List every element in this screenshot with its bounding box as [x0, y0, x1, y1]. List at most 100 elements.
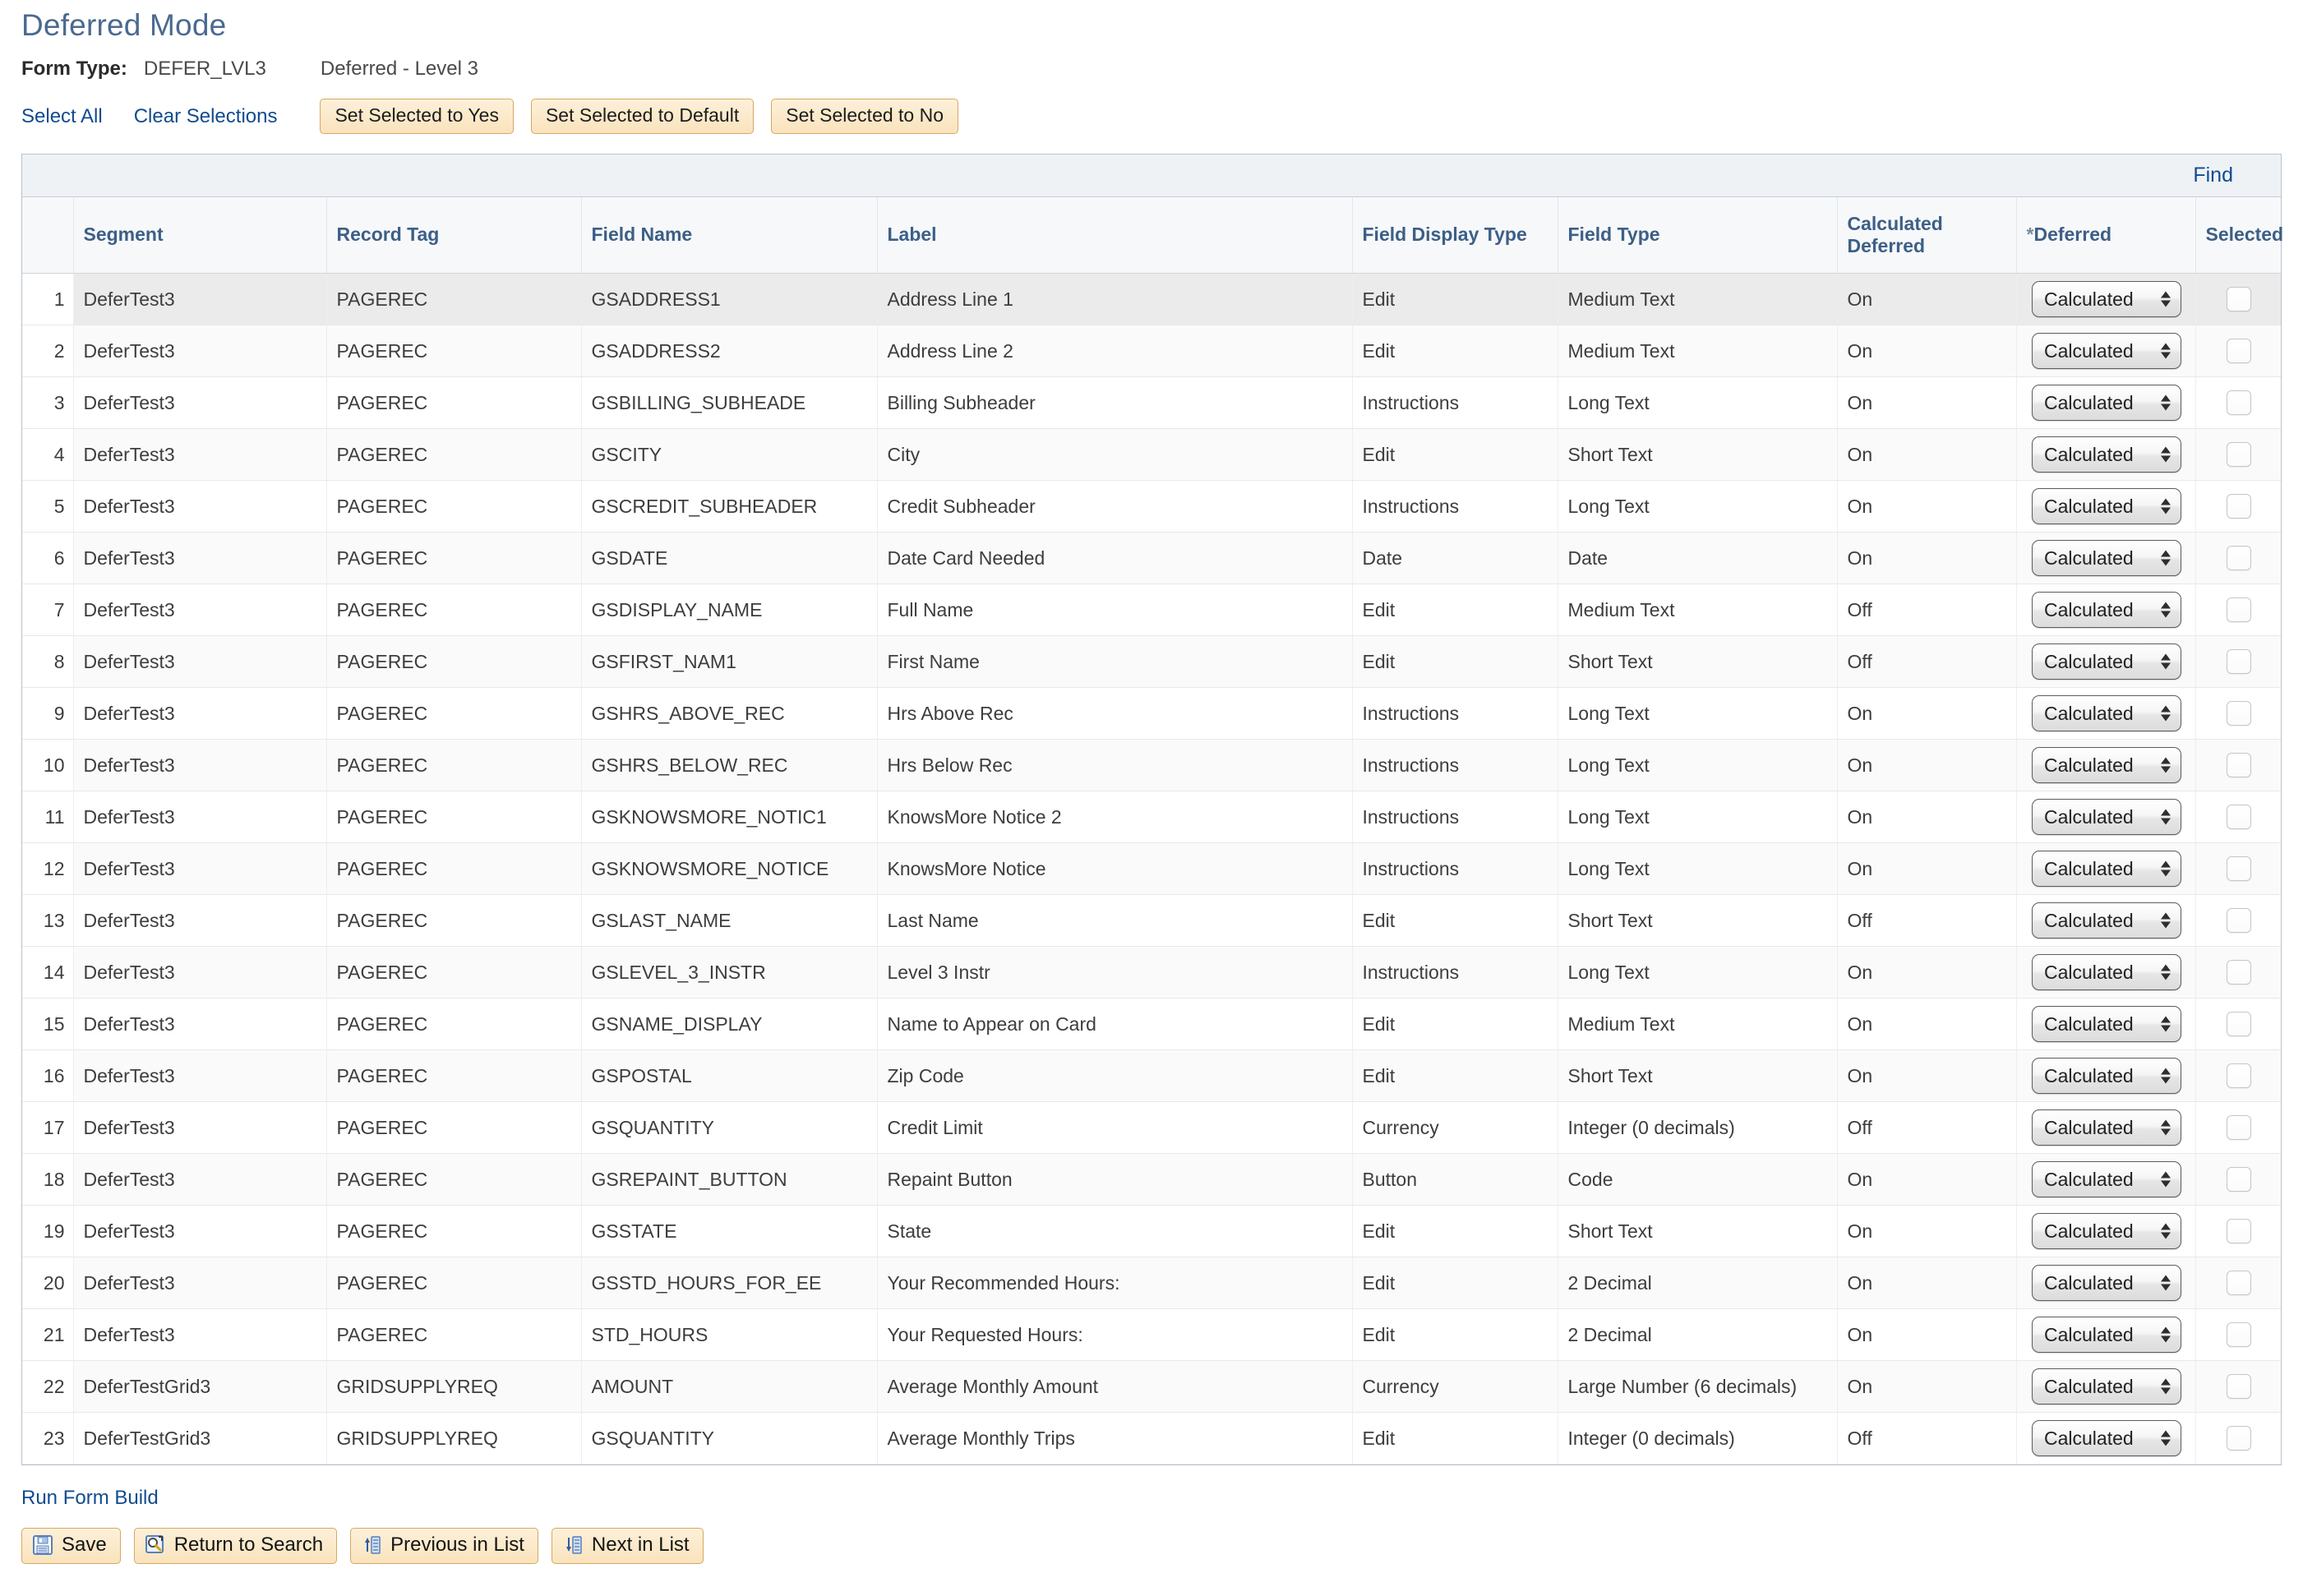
table-row[interactable]: 9 DeferTest3 PAGEREC GSHRS_ABOVE_REC Hrs Abo… [22, 687, 2281, 740]
selected-checkbox[interactable] [2227, 649, 2252, 675]
table-row[interactable]: 14 DeferTest3 PAGEREC GSLEVEL_3_INSTR Level … [22, 946, 2281, 999]
deferred-select[interactable]: Calculated [2032, 798, 2181, 835]
table-row[interactable]: 17 DeferTest3 PAGEREC GSQUANTITY Credit Limi… [22, 1101, 2281, 1154]
deferred-select[interactable]: Calculated [2032, 1316, 2181, 1353]
selected-checkbox[interactable] [2227, 1374, 2252, 1400]
deferred-select[interactable]: Calculated [2032, 539, 2181, 576]
deferred-select[interactable]: Calculated [2032, 591, 2181, 628]
selected-checkbox[interactable] [2227, 1219, 2252, 1244]
table-row[interactable]: 5 DeferTest3 PAGEREC GSCREDIT_SUBHEADER Cred… [22, 480, 2281, 533]
column-header-selected[interactable]: Selected [2195, 197, 2283, 274]
deferred-select[interactable]: Calculated [2032, 384, 2181, 421]
column-header-record-tag[interactable]: Record Tag [326, 197, 582, 274]
field-type-cell: Short Text [1558, 1049, 1838, 1102]
deferred-select-value: Calculated [2044, 909, 2134, 931]
deferred-select[interactable]: Calculated [2032, 850, 2181, 887]
field-display-type-cell: Date [1352, 532, 1558, 584]
find-link[interactable]: Find [2193, 164, 2233, 187]
selected-checkbox[interactable] [2227, 339, 2252, 364]
table-row[interactable]: 16 DeferTest3 PAGEREC GSPOSTAL Zip Code Edit S… [22, 1049, 2281, 1102]
selected-checkbox[interactable] [2227, 805, 2252, 830]
deferred-select[interactable]: Calculated [2032, 1212, 2181, 1249]
selected-cell [2195, 635, 2281, 688]
column-header-label[interactable]: Label [877, 197, 1353, 274]
selected-checkbox[interactable] [2227, 856, 2252, 882]
column-header-field-name[interactable]: Field Name [581, 197, 878, 274]
column-header-field-type[interactable]: Field Type [1558, 197, 1838, 274]
selected-checkbox[interactable] [2227, 597, 2252, 623]
calculated-deferred-cell: Off [1837, 1412, 2017, 1465]
table-row[interactable]: 7 DeferTest3 PAGEREC GSDISPLAY_NAME Full Nam… [22, 584, 2281, 636]
column-header-calculated-deferred[interactable]: Calculated Deferred [1837, 197, 2017, 274]
column-header-field-display-type[interactable]: Field Display Type [1352, 197, 1558, 274]
selected-checkbox[interactable] [2227, 1322, 2252, 1348]
deferred-select[interactable]: Calculated [2032, 1057, 2181, 1094]
deferred-select[interactable]: Calculated [2032, 746, 2181, 783]
column-header-deferred[interactable]: *Deferred [2016, 197, 2196, 274]
deferred-select[interactable]: Calculated [2032, 953, 2181, 990]
deferred-select[interactable]: Calculated [2032, 1419, 2181, 1456]
deferred-select[interactable]: Calculated [2032, 487, 2181, 524]
selected-checkbox[interactable] [2227, 1063, 2252, 1089]
deferred-select[interactable]: Calculated [2032, 1109, 2181, 1146]
deferred-select[interactable]: Calculated [2032, 280, 2181, 317]
deferred-select[interactable]: Calculated [2032, 1005, 2181, 1042]
table-row[interactable]: 23 DeferTestGrid3 GRIDSUPPLYREQ GSQUANTITY A… [22, 1412, 2281, 1465]
table-row[interactable]: 1 DeferTest3 PAGEREC GSADDRESS1 Address Line… [22, 273, 2281, 325]
selected-checkbox[interactable] [2227, 1426, 2252, 1451]
selected-checkbox[interactable] [2227, 753, 2252, 778]
deferred-select[interactable]: Calculated [2032, 1264, 2181, 1301]
table-row[interactable]: 2 DeferTest3 PAGEREC GSADDRESS2 Address Line… [22, 325, 2281, 377]
deferred-select[interactable]: Calculated [2032, 332, 2181, 369]
row-number-cell: 14 [22, 946, 74, 999]
run-form-build-link[interactable]: Run Form Build [21, 1487, 159, 1509]
table-row[interactable]: 8 DeferTest3 PAGEREC GSFIRST_NAM1 First Name… [22, 635, 2281, 688]
selected-checkbox[interactable] [2227, 701, 2252, 727]
table-row[interactable]: 11 DeferTest3 PAGEREC GSKNOWSMORE_NOTIC1 Kno… [22, 791, 2281, 843]
table-row[interactable]: 3 DeferTest3 PAGEREC GSBILLING_SUBHEADE Bill… [22, 376, 2281, 429]
selected-checkbox[interactable] [2227, 1115, 2252, 1141]
table-row[interactable]: 13 DeferTest3 PAGEREC GSLAST_NAME Last Name E… [22, 894, 2281, 947]
set-selected-to-no-button[interactable]: Set Selected to No [771, 99, 959, 135]
table-row[interactable]: 20 DeferTest3 PAGEREC GSSTD_HOURS_FOR_EE You… [22, 1257, 2281, 1309]
row-number-cell: 21 [22, 1308, 74, 1361]
table-row[interactable]: 6 DeferTest3 PAGEREC GSDATE Date Card Needed… [22, 532, 2281, 584]
selected-checkbox[interactable] [2227, 1167, 2252, 1192]
deferred-select[interactable]: Calculated [2032, 694, 2181, 731]
selected-cell [2195, 532, 2281, 584]
selected-checkbox[interactable] [2227, 908, 2252, 934]
deferred-cell: Calculated [2016, 894, 2196, 947]
save-button[interactable]: Save [21, 1527, 121, 1564]
selected-checkbox[interactable] [2227, 1271, 2252, 1296]
selected-checkbox[interactable] [2227, 546, 2252, 571]
calculated-deferred-cell: On [1837, 998, 2017, 1050]
deferred-select[interactable]: Calculated [2032, 902, 2181, 939]
selected-checkbox[interactable] [2227, 1012, 2252, 1037]
selected-checkbox[interactable] [2227, 494, 2252, 519]
deferred-select[interactable]: Calculated [2032, 1368, 2181, 1405]
field-display-type-cell: Button [1352, 1153, 1558, 1206]
clear-selections-link[interactable]: Clear Selections [134, 105, 278, 128]
table-row[interactable]: 18 DeferTest3 PAGEREC GSREPAINT_BUTTON Repai… [22, 1153, 2281, 1206]
next-in-list-button[interactable]: Next in List [551, 1527, 704, 1564]
table-row[interactable]: 15 DeferTest3 PAGEREC GSNAME_DISPLAY Name to… [22, 998, 2281, 1050]
deferred-select[interactable]: Calculated [2032, 436, 2181, 473]
column-header-segment[interactable]: Segment [73, 197, 327, 274]
set-selected-to-default-button[interactable]: Set Selected to Default [530, 99, 755, 135]
table-row[interactable]: 22 DeferTestGrid3 GRIDSUPPLYREQ AMOUNT Avera… [22, 1360, 2281, 1413]
selected-checkbox[interactable] [2227, 960, 2252, 985]
deferred-select[interactable]: Calculated [2032, 1160, 2181, 1197]
select-all-link[interactable]: Select All [21, 105, 103, 128]
selected-checkbox[interactable] [2227, 442, 2252, 468]
selected-checkbox[interactable] [2227, 287, 2252, 312]
table-row[interactable]: 4 DeferTest3 PAGEREC GSCITY City Edit Short Te… [22, 428, 2281, 481]
previous-in-list-button[interactable]: Previous in List [350, 1527, 538, 1564]
deferred-select[interactable]: Calculated [2032, 643, 2181, 680]
selected-checkbox[interactable] [2227, 390, 2252, 416]
table-row[interactable]: 21 DeferTest3 PAGEREC STD_HOURS Your Request… [22, 1308, 2281, 1361]
return-to-search-button[interactable]: Return to Search [133, 1527, 338, 1564]
table-row[interactable]: 12 DeferTest3 PAGEREC GSKNOWSMORE_NOTICE Kno… [22, 842, 2281, 895]
table-row[interactable]: 10 DeferTest3 PAGEREC GSHRS_BELOW_REC Hrs Be… [22, 739, 2281, 791]
table-row[interactable]: 19 DeferTest3 PAGEREC GSSTATE State Edit Short… [22, 1205, 2281, 1257]
set-selected-to-yes-button[interactable]: Set Selected to Yes [320, 99, 514, 135]
